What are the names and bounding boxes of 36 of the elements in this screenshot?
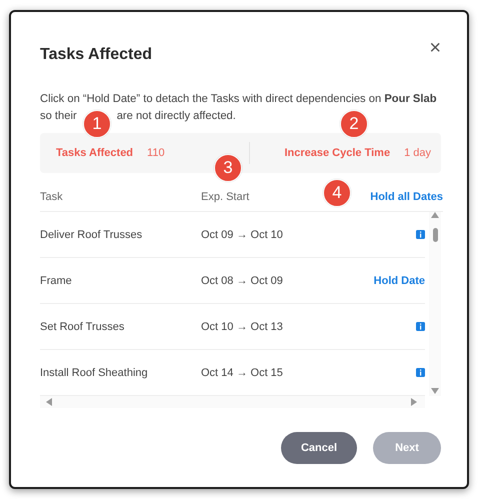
instruction-text: so their <box>40 109 77 123</box>
info-icon[interactable] <box>416 368 425 377</box>
scroll-down-icon[interactable] <box>431 388 439 396</box>
scroll-thumb[interactable] <box>432 228 438 242</box>
task-name: Deliver Roof Trusses <box>40 228 142 240</box>
column-header: Exp. Start <box>201 191 250 203</box>
scroll-left-icon[interactable] <box>46 398 54 406</box>
column-header: Task <box>40 191 63 203</box>
step-marker: 4 <box>323 179 351 207</box>
summary-value: 1 day <box>404 147 431 159</box>
task-name: Set Roof Trusses <box>40 320 124 332</box>
date-range: Oct 10 → Oct 13 <box>201 320 283 332</box>
summary-value: 110 <box>147 147 165 159</box>
step-marker: 3 <box>214 154 242 182</box>
task-name: Frame <box>40 274 72 286</box>
scroll-up-icon[interactable] <box>431 212 439 220</box>
close-button[interactable]: × <box>429 36 441 60</box>
task-name: Install Roof Sheathing <box>40 366 148 378</box>
horizontal-scrollbar[interactable] <box>40 396 425 408</box>
date-range: Oct 14 → Oct 15 <box>201 366 283 378</box>
cancel-button[interactable]: Cancel <box>281 432 357 464</box>
info-icon[interactable] <box>416 230 425 239</box>
vertical-scrollbar[interactable] <box>429 212 441 396</box>
summary-label: Increase Cycle Time <box>284 147 390 159</box>
hold-date-link[interactable]: Hold Date <box>374 274 425 286</box>
instruction-text: are not directly affected. <box>116 109 236 123</box>
date-range: Oct 08 → Oct 09 <box>201 274 283 286</box>
info-icon[interactable] <box>416 322 425 331</box>
date-range: Oct 09 → Oct 10 <box>201 228 283 240</box>
instruction-text: Click on “Hold Date” to detach the Tasks with direct dependencies on Pour Slab <box>40 92 438 106</box>
step-marker: 1 <box>83 110 111 138</box>
dialog-title: Tasks Affected <box>40 46 152 64</box>
step-marker: 2 <box>340 110 368 138</box>
summary-label: Tasks Affected <box>56 147 134 159</box>
scroll-right-icon[interactable] <box>411 398 419 406</box>
hold-all-link[interactable]: Hold all Dates <box>370 191 443 203</box>
